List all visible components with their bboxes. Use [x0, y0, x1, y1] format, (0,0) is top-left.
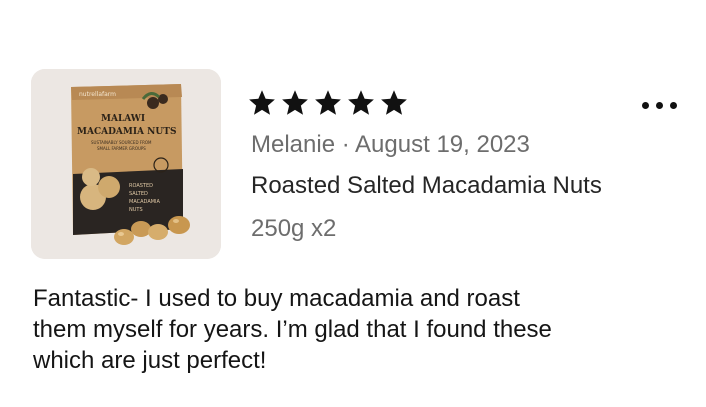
package-line4-text: SMALL FARMER GROUPS: [97, 146, 146, 151]
package-lower1-text: ROASTED: [129, 183, 153, 189]
star-icon: [381, 90, 407, 115]
star-icon: [249, 90, 275, 115]
star-icon: [315, 90, 341, 115]
review-text: Fantastic- I used to buy macadamia and r…: [33, 283, 683, 376]
more-horizontal-icon: [641, 101, 649, 109]
review-text-line: which are just perfect!: [33, 347, 267, 374]
star-icon: [282, 90, 308, 115]
product-name[interactable]: Roasted Salted Macadamia Nuts: [251, 171, 602, 201]
macadamia-package-image: nutrellafarm MALAWI MACADAMIA NUTS SUSTA…: [31, 69, 221, 259]
review-text-line: Fantastic- I used to buy macadamia and r…: [33, 285, 520, 312]
package-lower4-text: NUTS: [129, 207, 143, 213]
product-thumbnail[interactable]: nutrellafarm MALAWI MACADAMIA NUTS SUSTA…: [31, 69, 221, 259]
package-lower3-text: MACADAMIA: [129, 199, 161, 205]
product-variant: 250g x2: [251, 215, 337, 242]
package-line1-text: MALAWI: [101, 114, 145, 124]
more-horizontal-icon: [655, 101, 663, 109]
package-lower2-text: SALTED: [129, 191, 148, 197]
more-horizontal-icon: [669, 101, 677, 109]
star-rating: [247, 88, 409, 118]
package-brand-text: nutrellafarm: [79, 91, 116, 98]
reviewer-and-date: Melanie · August 19, 2023: [251, 131, 530, 158]
star-icon: [348, 90, 374, 115]
review-text-line: them myself for years. I’m glad that I f…: [33, 316, 552, 343]
package-line3-text: SUSTAINABLY SOURCED FROM: [91, 140, 152, 145]
more-options-button[interactable]: [632, 90, 686, 120]
package-line2-text: MACADAMIA NUTS: [77, 127, 176, 137]
